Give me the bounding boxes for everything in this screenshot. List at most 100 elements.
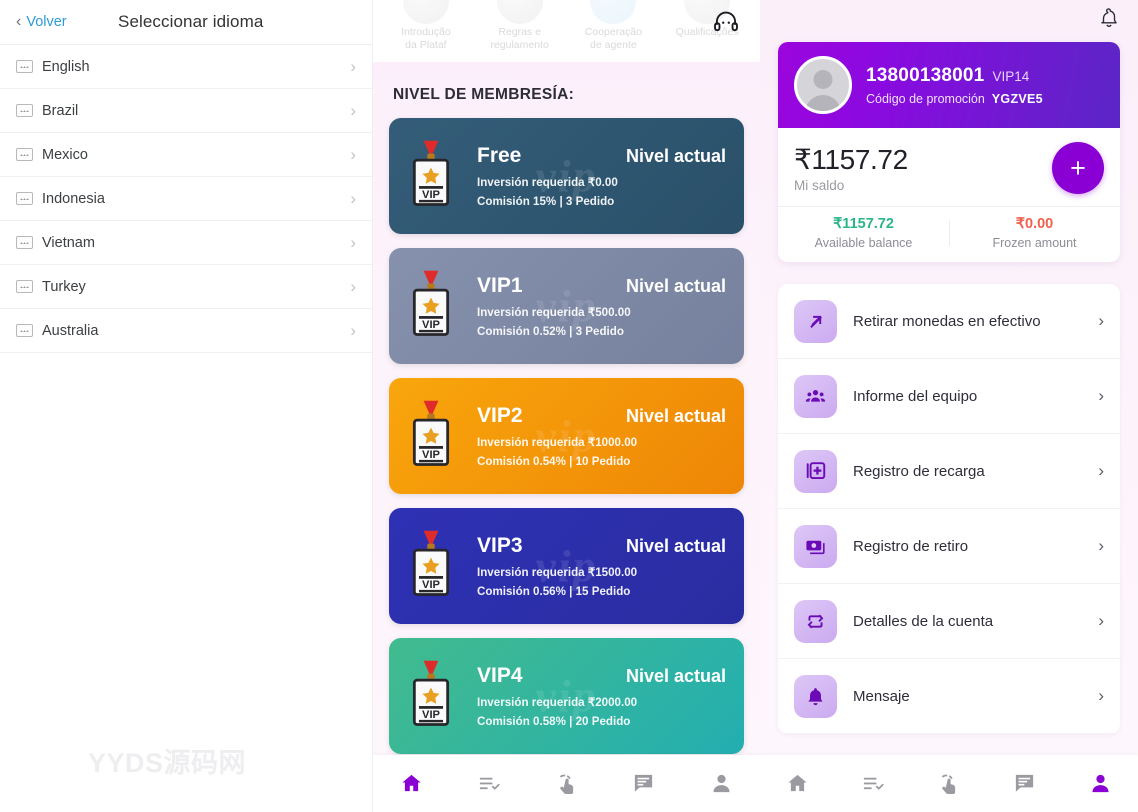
available-balance-value: ₹1157.72 [833, 216, 894, 232]
language-item-brazil[interactable]: Brazil › [0, 89, 372, 133]
headset-icon[interactable] [712, 8, 740, 36]
nav-tasks[interactable] [450, 772, 527, 795]
nav-profile[interactable] [683, 772, 760, 795]
svg-text:VIP: VIP [422, 449, 440, 461]
membership-investment: Inversión requerida ₹1500.00 [477, 566, 638, 579]
menu-item-account-details[interactable]: Detalles de la cuenta › [778, 584, 1120, 659]
menu-item-withdraw[interactable]: Retirar monedas en efectivo › [778, 284, 1120, 359]
menu-item-withdraw-record[interactable]: Registro de retiro › [778, 509, 1120, 584]
membership-level-status: Nivel actual [625, 536, 726, 556]
category-label-line2: de agente [590, 39, 637, 51]
category-agent-cooperation[interactable]: Cooperação de agente [571, 0, 655, 52]
membership-level-name: VIP1 [477, 274, 523, 297]
language-item-label: Vietnam [42, 234, 95, 251]
flag-placeholder-icon [16, 104, 33, 117]
menu-item-label: Registro de recarga [853, 462, 985, 480]
svg-text:VIP: VIP [422, 579, 440, 591]
nav-chat[interactable] [605, 772, 682, 795]
membership-panel: Introdução da Plataf Regras e regulament… [373, 0, 760, 812]
chevron-right-icon: › [350, 100, 356, 120]
site-watermark: YYDS源码网 [88, 748, 247, 778]
coin-icon [402, 0, 449, 24]
account-identity: 13800138001 VIP14 Código de promoción YG… [778, 42, 1120, 128]
vip-medal-icon: VIP [403, 657, 465, 736]
bell-icon[interactable] [1098, 7, 1120, 31]
membership-level-name: VIP4 [477, 664, 523, 687]
chevron-right-icon: › [1098, 386, 1104, 405]
membership-commission: Comisión 0.54% | 10 Pedido [477, 455, 631, 468]
membership-section-title: NIVEL DE MEMBRESÍA: [393, 86, 575, 103]
membership-card-body: VIP1 Nivel actual Inversión requerida ₹5… [465, 274, 730, 338]
membership-level-status: Nivel actual [625, 146, 726, 166]
language-header: ‹ Volver Seleccionar idioma [0, 0, 372, 45]
chevron-right-icon: › [1098, 461, 1104, 480]
profile-header [760, 0, 1138, 38]
language-list: English › Brazil › Mexico › Indonesia › … [0, 45, 372, 353]
membership-commission: Comisión 0.52% | 3 Pedido [477, 325, 624, 338]
menu-item-label: Retirar monedas en efectivo [853, 312, 1041, 330]
membership-card-vip3[interactable]: vip VIP VIP3 Nivel actual Inversión requ… [389, 508, 744, 624]
category-strip: Introdução da Plataf Regras e regulament… [373, 0, 760, 62]
nav-tap[interactable] [528, 772, 605, 795]
language-item-vietnam[interactable]: Vietnam › [0, 221, 372, 265]
membership-level-status: Nivel actual [625, 276, 726, 296]
membership-card-vip4[interactable]: vip VIP VIP4 Nivel actual Inversión requ… [389, 638, 744, 754]
frozen-amount-stat: ₹0.00 Frozen amount [949, 216, 1120, 250]
flag-placeholder-icon [16, 324, 33, 337]
language-item-turkey[interactable]: Turkey › [0, 265, 372, 309]
svg-text:VIP: VIP [422, 709, 440, 721]
membership-card-body: VIP2 Nivel actual Inversión requerida ₹1… [465, 404, 730, 468]
nav-home[interactable] [373, 772, 450, 795]
frozen-amount-value: ₹0.00 [1015, 216, 1054, 232]
category-label-line2: regulamento [490, 39, 549, 51]
membership-card-vip2[interactable]: vip VIP VIP2 Nivel actual Inversión requ… [389, 378, 744, 494]
nav-profile[interactable] [1062, 772, 1138, 795]
menu-item-label: Informe del equipo [853, 387, 978, 405]
membership-level-status: Nivel actual [625, 666, 726, 686]
frozen-amount-label: Frozen amount [992, 236, 1077, 250]
balance-amount: ₹1157.72 [794, 144, 908, 175]
page-title: Seleccionar idioma [118, 12, 264, 31]
promo-code-value[interactable]: YGZVE5 [992, 92, 1043, 106]
language-item-australia[interactable]: Australia › [0, 309, 372, 353]
flag-placeholder-icon [16, 192, 33, 205]
membership-card-vip1[interactable]: vip VIP VIP1 Nivel actual Inversión requ… [389, 248, 744, 364]
chevron-left-icon: ‹ [16, 13, 22, 30]
avatar[interactable] [794, 56, 852, 114]
account-identity-text: 13800138001 VIP14 Código de promoción YG… [852, 65, 1043, 106]
menu-item-message[interactable]: Mensaje › [778, 659, 1120, 734]
nav-tap[interactable] [911, 772, 987, 795]
repeat-arrows-icon [794, 599, 837, 643]
category-platform-intro[interactable]: Introdução da Plataf [384, 0, 468, 52]
language-panel: ‹ Volver Seleccionar idioma English › Br… [0, 0, 373, 812]
vip-medal-icon: VIP [403, 397, 465, 476]
banknote-icon [794, 524, 837, 568]
menu-item-team-report[interactable]: Informe del equipo › [778, 359, 1120, 434]
chevron-right-icon: › [350, 56, 356, 76]
add-funds-button[interactable]: + [1052, 142, 1104, 194]
language-item-mexico[interactable]: Mexico › [0, 133, 372, 177]
svg-text:VIP: VIP [422, 189, 440, 201]
membership-card-free[interactable]: vip VIP Free Nivel actual Inversión requ… [389, 118, 744, 234]
membership-level-name: VIP2 [477, 404, 523, 427]
membership-level-status: Nivel actual [625, 406, 726, 426]
account-phone: 13800138001 [866, 64, 985, 86]
chevron-right-icon: › [1098, 311, 1104, 330]
nav-chat[interactable] [987, 772, 1063, 795]
back-button-label: Volver [26, 14, 67, 30]
menu-item-label: Mensaje [853, 687, 910, 705]
chevron-right-icon: › [350, 232, 356, 252]
language-item-indonesia[interactable]: Indonesia › [0, 177, 372, 221]
chevron-right-icon: › [1098, 536, 1104, 555]
nav-home[interactable] [760, 772, 836, 795]
language-item-label: English [42, 58, 90, 75]
app-screen: ‹ Volver Seleccionar idioma English › Br… [0, 0, 1138, 812]
language-item-english[interactable]: English › [0, 45, 372, 89]
category-rules[interactable]: Regras e regulamento [478, 0, 562, 52]
menu-item-recharge-record[interactable]: Registro de recarga › [778, 434, 1120, 509]
svg-text:VIP: VIP [422, 319, 440, 331]
back-button[interactable]: ‹ Volver [0, 13, 67, 31]
flag-placeholder-icon [16, 60, 33, 73]
balance-label: Mi saldo [794, 178, 845, 193]
nav-tasks[interactable] [836, 772, 912, 795]
